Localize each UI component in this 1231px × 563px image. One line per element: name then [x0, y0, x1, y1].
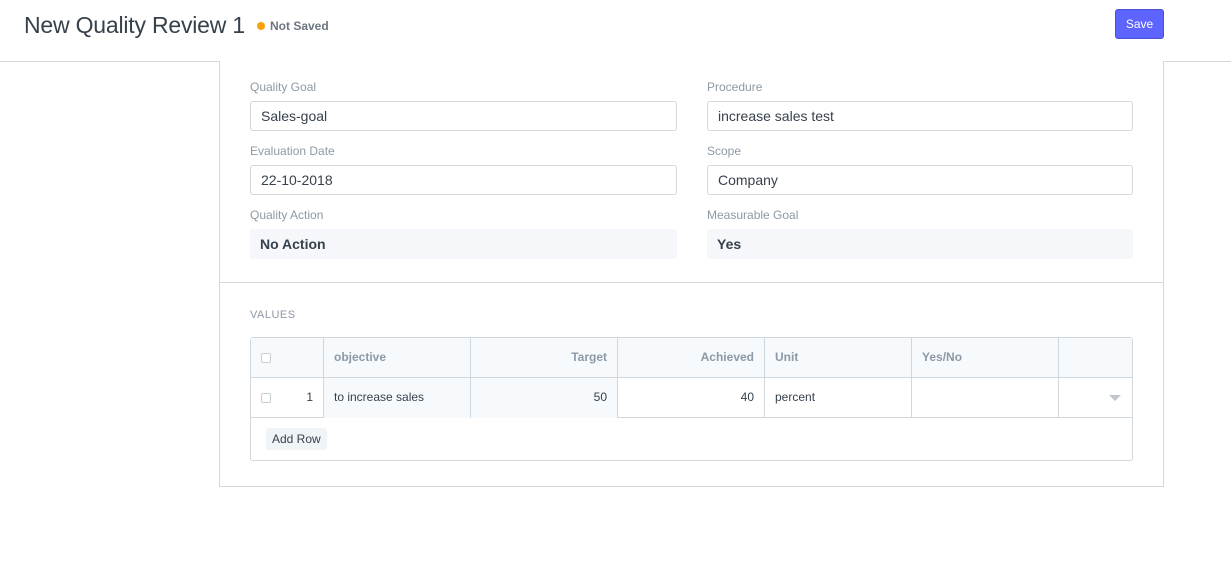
column-header-objective: objective: [324, 338, 471, 378]
quality-action-field: Quality Action No Action: [250, 207, 677, 259]
procedure-label: Procedure: [707, 80, 763, 94]
status-text: Not Saved: [270, 19, 329, 33]
column-header-yes-no: Yes/No: [912, 338, 1059, 378]
row-select-cell: 1: [251, 378, 324, 418]
column-header-achieved: Achieved: [618, 338, 765, 378]
column-header-target: Target: [471, 338, 618, 378]
quality-goal-label: Quality Goal: [250, 80, 317, 94]
save-status: Not Saved: [257, 19, 329, 33]
table-row[interactable]: 1 to increase sales 50 40 percent: [251, 378, 1132, 418]
cell-achieved[interactable]: 40: [618, 378, 765, 418]
quality-action-label: Quality Action: [250, 208, 324, 222]
table-header: objective Target Achieved Unit Yes/No: [251, 338, 1132, 378]
page-title: New Quality Review 1: [24, 12, 245, 38]
measurable-goal-field: Measurable Goal Yes: [707, 207, 1133, 259]
row-checkbox[interactable]: [261, 393, 271, 403]
values-section-label: VALUES: [250, 309, 296, 321]
page-header: New Quality Review 1 Not Saved Save: [0, 0, 1231, 62]
column-header-actions: [1059, 338, 1132, 378]
quality-goal-field: Quality Goal Sales-goal: [250, 79, 677, 131]
row-index: 1: [306, 390, 313, 404]
details-section: Quality Goal Sales-goal Procedure increa…: [220, 61, 1163, 283]
procedure-input[interactable]: increase sales test: [707, 101, 1133, 131]
evaluation-date-label: Evaluation Date: [250, 144, 335, 158]
header-select-cell: [251, 338, 324, 378]
scope-field: Scope Company: [707, 143, 1133, 195]
save-button[interactable]: Save: [1115, 9, 1164, 39]
form-card: Quality Goal Sales-goal Procedure increa…: [219, 61, 1164, 487]
scope-input[interactable]: Company: [707, 165, 1133, 195]
values-table: objective Target Achieved Unit Yes/No 1 …: [250, 337, 1133, 461]
chevron-down-icon[interactable]: [1109, 395, 1121, 401]
status-dot-icon: [257, 22, 265, 30]
select-all-checkbox[interactable]: [261, 353, 271, 363]
evaluation-date-field: Evaluation Date 22-10-2018: [250, 143, 677, 195]
measurable-goal-value: Yes: [707, 229, 1133, 259]
cell-yes-no[interactable]: [912, 378, 1059, 418]
evaluation-date-input[interactable]: 22-10-2018: [250, 165, 677, 195]
procedure-field: Procedure increase sales test: [707, 79, 1133, 131]
measurable-goal-label: Measurable Goal: [707, 208, 799, 222]
column-header-unit: Unit: [765, 338, 912, 378]
scope-label: Scope: [707, 144, 742, 158]
cell-objective[interactable]: to increase sales: [324, 378, 471, 418]
quality-action-value: No Action: [250, 229, 677, 259]
cell-unit[interactable]: percent: [765, 378, 912, 418]
quality-goal-input[interactable]: Sales-goal: [250, 101, 677, 131]
cell-target[interactable]: 50: [471, 378, 618, 418]
row-actions-cell[interactable]: [1059, 378, 1132, 418]
add-row-button[interactable]: Add Row: [266, 428, 327, 450]
